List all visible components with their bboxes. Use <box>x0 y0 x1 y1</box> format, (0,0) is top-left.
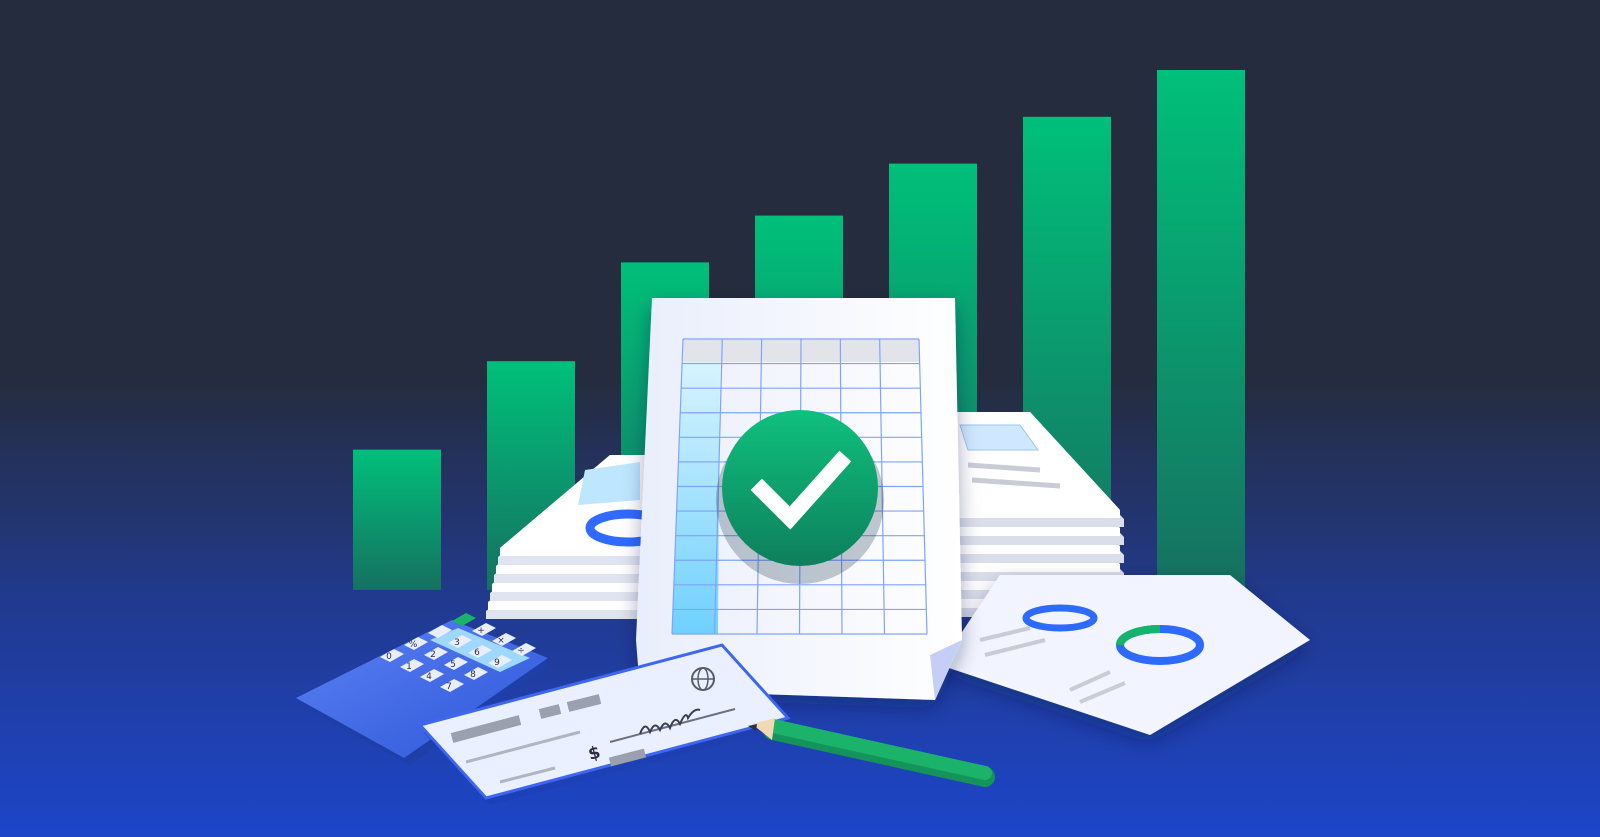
calculator-key-label: ÷ <box>517 646 525 656</box>
calculator-key-label: 1 <box>406 662 412 672</box>
growth-bar <box>1157 70 1245 590</box>
calculator-key-label: + <box>477 626 485 636</box>
calculator-key-label: 3 <box>454 638 460 648</box>
growth-bar <box>353 449 441 590</box>
cheque-field <box>538 704 562 719</box>
calculator-key-label: × <box>497 636 505 646</box>
illustration-canvas: 789÷456×123+0% $ <box>0 0 1600 837</box>
calculator-key-label: 5 <box>450 660 456 670</box>
calculator-key-label: 9 <box>494 658 500 668</box>
calculator-key-label: 4 <box>426 672 432 682</box>
calculator-key-label: % <box>409 640 418 650</box>
calculator-key-label: 0 <box>386 652 392 662</box>
calculator-key-label: 7 <box>446 682 452 692</box>
calculator-key-label: 8 <box>470 670 476 680</box>
calculator-key-label: 2 <box>430 650 436 660</box>
calculator-key-label: 6 <box>474 648 480 658</box>
finance-illustration: 7 8 9 ÷ 4 5 6 × 1 2 3 +0% $ <box>0 0 1600 837</box>
